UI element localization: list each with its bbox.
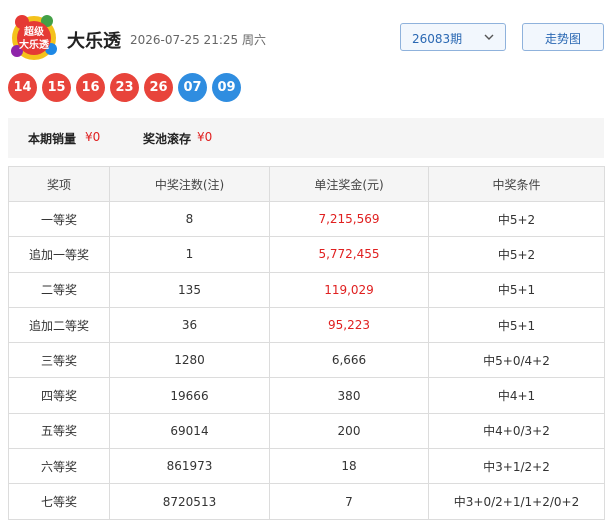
winner-count-cell: 861973 (109, 448, 270, 485)
prize-amount-cell: 200 (269, 412, 429, 450)
trend-chart-button[interactable]: 走势图 (522, 23, 604, 51)
table-row: 追加一等奖 1 5,772,455 中5+2 (8, 236, 605, 273)
win-condition-cell: 中3+1/2+2 (428, 448, 605, 485)
column-header: 中奖注数(注) (109, 166, 270, 202)
issue-select[interactable]: 26083期 (400, 23, 506, 51)
prize-amount-cell: 18 (269, 448, 429, 485)
front-ball-2: 15 (42, 73, 71, 102)
prize-name-cell: 二等奖 (8, 271, 110, 308)
logo-text-bottom: 大乐透 (19, 38, 50, 51)
win-condition-cell: 中4+0/3+2 (428, 412, 605, 450)
table-row: 六等奖 861973 18 中3+1/2+2 (8, 448, 605, 485)
front-ball-4: 23 (110, 73, 139, 102)
header: 超级 大乐透 大乐透 2026-07-25 21:25 周六 26083期 走势… (0, 0, 612, 72)
prize-name-cell: 一等奖 (8, 200, 110, 238)
winner-count-cell: 1 (109, 236, 270, 273)
win-condition-cell: 中5+1 (428, 306, 605, 344)
win-condition-cell: 中4+1 (428, 377, 605, 414)
front-ball-1: 14 (8, 73, 37, 102)
winner-count-cell: 19666 (109, 377, 270, 414)
prize-name-cell: 七等奖 (8, 483, 110, 520)
prize-amount-cell: 380 (269, 377, 429, 414)
lottery-logo: 超级 大乐透 (11, 15, 57, 60)
winner-count-cell: 8720513 (109, 483, 270, 520)
prize-name-cell: 追加二等奖 (8, 306, 110, 344)
prize-amount-cell: 6,666 (269, 342, 429, 379)
chevron-down-icon (484, 34, 494, 40)
table-row: 五等奖 69014 200 中4+0/3+2 (8, 412, 605, 450)
back-ball-2: 09 (212, 73, 241, 102)
sales-label: 本期销量 (28, 132, 77, 146)
win-condition-cell: 中3+0/2+1/1+2/0+2 (428, 483, 605, 520)
prize-name-cell: 追加一等奖 (8, 236, 110, 273)
table-row: 二等奖 135 119,029 中5+1 (8, 271, 605, 308)
prize-amount-cell: 119,029 (269, 271, 429, 308)
prize-amount-cell: 5,772,455 (269, 236, 429, 273)
front-ball-3: 16 (76, 73, 105, 102)
pool-label: 奖池滚存 (143, 132, 192, 146)
winner-count-cell: 135 (109, 271, 270, 308)
table-row: 七等奖 8720513 7 中3+0/2+1/1+2/0+2 (8, 483, 605, 520)
prize-amount-cell: 95,223 (269, 306, 429, 344)
front-ball-5: 26 (144, 73, 173, 102)
win-condition-cell: 中5+2 (428, 236, 605, 273)
issue-select-value: 26083期 (412, 32, 463, 46)
win-condition-cell: 中5+0/4+2 (428, 342, 605, 379)
column-header: 奖项 (8, 166, 110, 202)
logo-text-top: 超级 (23, 25, 45, 38)
table-row: 四等奖 19666 380 中4+1 (8, 377, 605, 414)
prize-name-cell: 四等奖 (8, 377, 110, 414)
prize-name-cell: 六等奖 (8, 448, 110, 485)
draw-time: 2026-07-25 21:25 周六 (130, 33, 266, 47)
winner-count-cell: 36 (109, 306, 270, 344)
table-row: 一等奖 8 7,215,569 中5+2 (8, 200, 605, 238)
pool-value: ¥0 (197, 130, 213, 144)
win-condition-cell: 中5+1 (428, 271, 605, 308)
prize-table-body: 一等奖 8 7,215,569 中5+2 追加一等奖 1 5,772,455 中5+2 二等奖 1… (8, 200, 605, 520)
prize-name-cell: 三等奖 (8, 342, 110, 379)
winner-count-cell: 1280 (109, 342, 270, 379)
sales-value: ¥0 (85, 130, 101, 144)
winner-count-cell: 69014 (109, 412, 270, 450)
table-row: 三等奖 1280 6,666 中5+0/4+2 (8, 342, 605, 379)
prize-name-cell: 五等奖 (8, 412, 110, 450)
prize-amount-cell: 7,215,569 (269, 200, 429, 238)
back-ball-1: 07 (178, 73, 207, 102)
trend-chart-button-label: 走势图 (544, 32, 581, 46)
winner-count-cell: 8 (109, 200, 270, 238)
sales-summary: 本期销量 ¥0 奖池滚存 ¥0 (8, 118, 604, 158)
table-header-row: 奖项 中奖注数(注) 单注奖金(元) 中奖条件 (8, 166, 605, 202)
page-title: 大乐透 (67, 31, 121, 52)
column-header: 单注奖金(元) (269, 166, 429, 202)
win-condition-cell: 中5+2 (428, 200, 605, 238)
column-header: 中奖条件 (428, 166, 605, 202)
prize-amount-cell: 7 (269, 483, 429, 520)
table-row: 追加二等奖 36 95,223 中5+1 (8, 306, 605, 344)
prize-table: 奖项 中奖注数(注) 单注奖金(元) 中奖条件 一等奖 8 7,215,569 中5+… (8, 166, 605, 520)
